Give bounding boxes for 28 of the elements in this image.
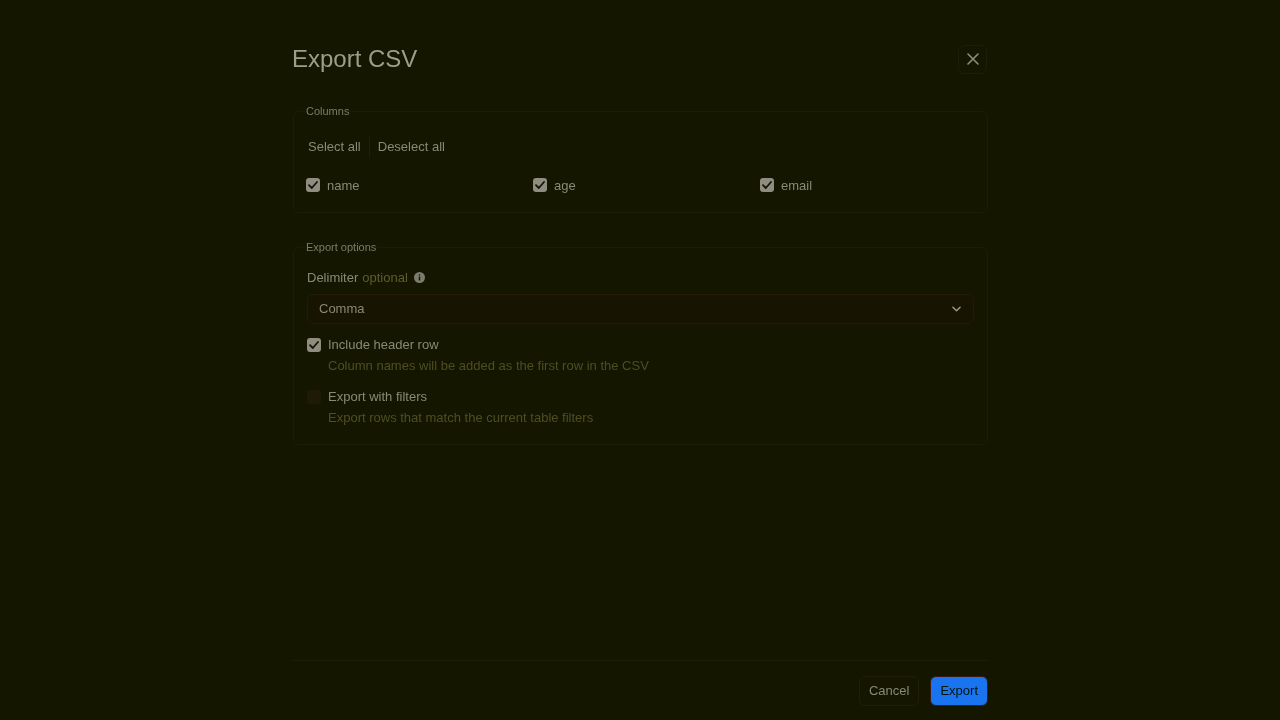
section-legend: Columns [305, 103, 351, 120]
chevron-down-icon [952, 306, 961, 312]
delimiter-select[interactable]: Comma [307, 294, 974, 324]
checkmark-icon [308, 181, 318, 190]
checkbox[interactable] [533, 178, 547, 193]
option-label: Include header row [328, 336, 439, 354]
section-legend: Export options [305, 239, 378, 256]
info-icon [413, 271, 425, 283]
optional-tag: optional [362, 267, 408, 287]
delimiter-label: Delimiter [307, 268, 359, 287]
select-toggle-link[interactable]: Deselect all [377, 136, 445, 157]
close-button[interactable] [958, 44, 987, 74]
option-label: Export with filters [328, 388, 427, 406]
dialog-title: Export CSV [292, 44, 418, 74]
checkbox[interactable] [307, 337, 321, 352]
column-label: email [781, 176, 813, 195]
close-icon [966, 53, 979, 65]
checkmark-icon [535, 181, 545, 190]
option-description: Export rows that match the current table filters [328, 408, 595, 427]
checkmark-icon [309, 340, 319, 349]
checkmark-icon [762, 181, 772, 190]
select-toggle-link[interactable]: Select all [308, 136, 361, 157]
column-label: age [554, 176, 576, 195]
export-button[interactable]: Export [930, 676, 988, 706]
checkbox[interactable] [760, 178, 774, 193]
checkbox[interactable] [306, 178, 320, 193]
cancel-button[interactable]: Cancel [858, 676, 920, 706]
column-label: name [327, 176, 360, 195]
